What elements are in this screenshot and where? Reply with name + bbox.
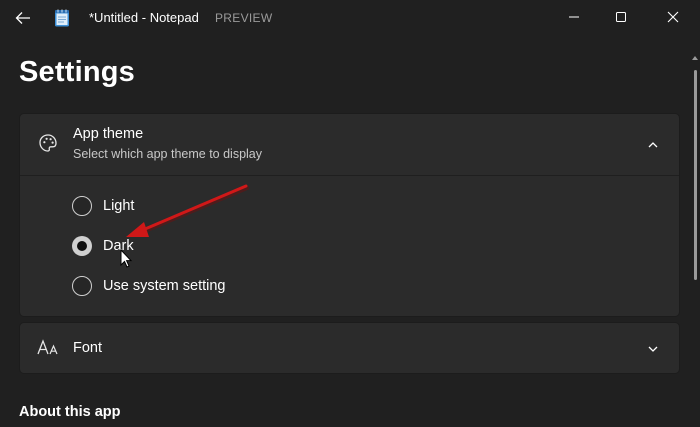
window-title: *Untitled - Notepad	[89, 10, 199, 25]
font-card[interactable]: Font	[19, 322, 680, 374]
about-section-title: About this app	[19, 404, 121, 420]
scroll-up-icon[interactable]	[692, 56, 698, 60]
app-theme-header[interactable]: App theme Select which app theme to disp…	[20, 114, 679, 176]
palette-icon	[39, 134, 57, 152]
scroll-thumb[interactable]	[694, 70, 697, 280]
maximize-icon	[616, 12, 626, 22]
chevron-down-icon[interactable]	[644, 340, 662, 358]
font-icon	[37, 339, 58, 355]
theme-option-label: Use system setting	[103, 278, 226, 294]
close-icon	[667, 11, 679, 23]
theme-option-system[interactable]: Use system setting	[72, 272, 226, 300]
minimize-icon	[569, 16, 579, 18]
app-theme-description: Select which app theme to display	[73, 147, 262, 161]
vertical-scrollbar[interactable]	[692, 42, 698, 420]
page-title: Settings	[19, 56, 135, 88]
font-title: Font	[73, 340, 103, 356]
back-button[interactable]	[8, 4, 38, 32]
title-bar: *Untitled - Notepad PREVIEW	[0, 0, 700, 36]
theme-option-label: Dark	[103, 238, 134, 254]
notepad-window: *Untitled - Notepad PREVIEW Settings App…	[0, 0, 700, 427]
radio-light[interactable]	[72, 196, 92, 216]
app-theme-title: App theme	[73, 126, 144, 142]
radio-dark[interactable]	[72, 236, 92, 256]
back-arrow-icon	[15, 12, 30, 24]
theme-option-label: Light	[103, 198, 135, 214]
notepad-icon	[55, 9, 69, 27]
radio-system[interactable]	[72, 276, 92, 296]
maximize-button[interactable]	[598, 0, 644, 34]
minimize-button[interactable]	[551, 0, 597, 34]
theme-option-light[interactable]: Light	[72, 192, 134, 220]
chevron-up-icon[interactable]	[644, 136, 662, 154]
preview-badge: PREVIEW	[215, 11, 273, 25]
app-theme-card: App theme Select which app theme to disp…	[19, 113, 680, 317]
theme-option-dark[interactable]: Dark	[72, 232, 134, 260]
close-button[interactable]	[650, 0, 696, 34]
